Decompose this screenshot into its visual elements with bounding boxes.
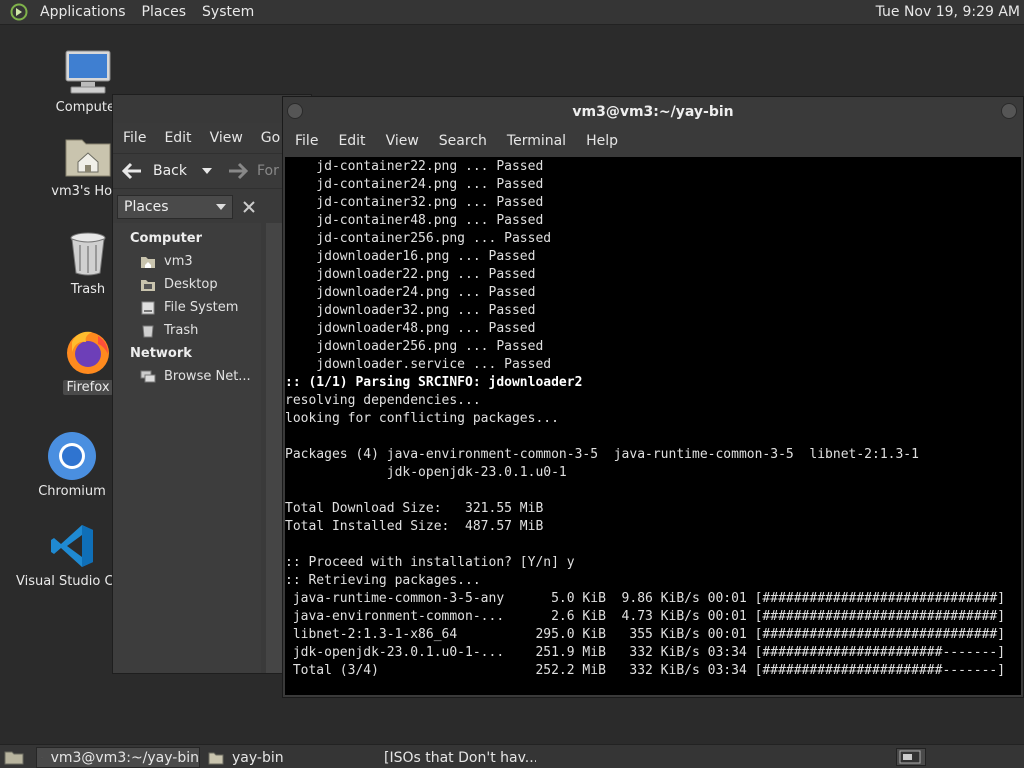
distro-logo-icon[interactable] <box>8 3 30 21</box>
taskbar-item-label: yay-bin <box>232 749 284 766</box>
sidebar-item-trash[interactable]: Trash <box>113 319 261 342</box>
terminal-line: :: Retrieving packages... <box>285 573 481 588</box>
sidebar-item-file-system[interactable]: File System <box>113 296 261 319</box>
trash-icon <box>60 228 116 280</box>
drive-icon <box>141 301 155 314</box>
terminal-line: jdownloader48.png ... Passed <box>285 321 536 336</box>
terminal-title: vm3@vm3:~/yay-bin <box>572 104 734 120</box>
terminal-line: jd-container22.png ... Passed <box>285 159 544 174</box>
vscode-icon <box>44 520 100 572</box>
places-dropdown-label: Places <box>124 199 169 215</box>
terminal-line: Packages (4) java-environment-common-3-5… <box>285 447 919 462</box>
desktop-icon-label: Firefox <box>63 380 113 395</box>
taskbar-item-label: [ISOs that Don't hav... <box>384 749 536 766</box>
computer-icon <box>60 46 116 98</box>
taskbar-item-firefox[interactable]: [ISOs that Don't hav... <box>372 747 536 768</box>
terminal-line: :: Proceed with installation? [Y/n] y <box>285 555 575 570</box>
term-menu-view[interactable]: View <box>378 133 427 149</box>
terminal-icon <box>41 756 43 759</box>
terminal-line: jdownloader256.png ... Passed <box>285 339 544 354</box>
sidebar-section-network: Network <box>130 346 192 361</box>
trash-icon <box>142 325 154 337</box>
terminal-line: jdownloader.service ... Passed <box>285 357 552 372</box>
term-menu-help[interactable]: Help <box>578 133 626 149</box>
chromium-icon <box>44 430 100 482</box>
terminal-line: jdk-openjdk-23.0.1.u0-1-... 251.9 MiB 33… <box>285 645 1006 660</box>
sidebar-item-browse-network[interactable]: Browse Net... <box>113 365 261 388</box>
applications-menu[interactable]: Applications <box>32 0 134 25</box>
terminal-line: libnet-2:1.3-1-x86_64 295.0 KiB 355 KiB/… <box>285 627 1006 642</box>
terminal-line: jdownloader22.png ... Passed <box>285 267 536 282</box>
taskbar-item-terminal[interactable]: vm3@vm3:~/yay-bin <box>36 747 200 768</box>
terminal-line: jdk-openjdk-23.0.1.u0-1 <box>285 465 567 480</box>
home-icon <box>141 256 155 268</box>
fm-menu-edit[interactable]: Edit <box>158 130 197 146</box>
term-menu-terminal[interactable]: Terminal <box>499 133 574 149</box>
terminal-line: Total Download Size: 321.55 MiB <box>285 501 544 516</box>
terminal-line: jdownloader16.png ... Passed <box>285 249 536 264</box>
terminal-line: jdownloader24.png ... Passed <box>285 285 536 300</box>
terminal-line: jd-container32.png ... Passed <box>285 195 544 210</box>
taskbar-item-file-manager[interactable]: yay-bin <box>204 747 368 768</box>
terminal-window: vm3@vm3:~/yay-bin File Edit View Search … <box>282 96 1024 698</box>
places-dropdown[interactable]: Places <box>117 195 233 219</box>
terminal-output: jd-container22.png ... Passed jd-contain… <box>285 158 1021 680</box>
term-menu-file[interactable]: File <box>287 133 326 149</box>
desktop-folder-icon <box>141 279 155 291</box>
forward-button[interactable]: For <box>257 163 279 179</box>
sidebar-item-label: File System <box>164 300 239 315</box>
terminal-line: jdownloader32.png ... Passed <box>285 303 536 318</box>
system-menu[interactable]: System <box>194 0 262 25</box>
terminal-line: looking for conflicting packages... <box>285 411 559 426</box>
places-menu[interactable]: Places <box>134 0 195 25</box>
sidebar-item-label: vm3 <box>164 254 193 269</box>
terminal-screen[interactable]: jd-container22.png ... Passed jd-contain… <box>285 157 1021 695</box>
home-folder-icon <box>60 130 116 182</box>
terminal-titlebar[interactable]: vm3@vm3:~/yay-bin <box>283 97 1023 127</box>
back-button[interactable]: Back <box>153 163 187 179</box>
sidebar-item-label: Browse Net... <box>164 369 251 384</box>
terminal-line: java-environment-common-... 2.6 KiB 4.73… <box>285 609 1006 624</box>
sidebar-item-label: Desktop <box>164 277 218 292</box>
terminal-line: Total (3/4) 252.2 MiB 332 KiB/s 03:34 [#… <box>285 663 1006 678</box>
sidebar-item-vm3[interactable]: vm3 <box>113 250 261 273</box>
desktop-icon-label: Visual Studio Co <box>16 574 112 589</box>
sidebar-item-label: Trash <box>164 323 199 338</box>
show-desktop-icon[interactable] <box>4 749 24 765</box>
chevron-down-icon <box>216 203 226 210</box>
terminal-line: jd-container256.png ... Passed <box>285 231 552 246</box>
workspace-switcher-icon[interactable] <box>896 748 926 766</box>
back-arrow-icon[interactable] <box>121 162 143 180</box>
places-sidebar: Computer vm3 Desktop File System Trash N… <box>113 223 261 673</box>
fm-menu-file[interactable]: File <box>117 130 152 146</box>
window-close-button[interactable] <box>1001 103 1017 119</box>
terminal-menubar: File Edit View Search Terminal Help <box>283 127 1023 155</box>
terminal-line: jd-container48.png ... Passed <box>285 213 544 228</box>
folder-icon <box>208 752 224 764</box>
term-menu-edit[interactable]: Edit <box>330 133 373 149</box>
clock[interactable]: Tue Nov 19, 9:29 AM <box>876 0 1020 25</box>
network-icon <box>140 370 156 382</box>
sidebar-item-desktop[interactable]: Desktop <box>113 273 261 296</box>
terminal-line: resolving dependencies... <box>285 393 481 408</box>
terminal-line: java-runtime-common-3-5-any 5.0 KiB 9.86… <box>285 591 1006 606</box>
dropdown-arrow-icon[interactable] <box>201 167 213 175</box>
fm-menu-view[interactable]: View <box>204 130 249 146</box>
terminal-line: :: (1/1) Parsing SRCINFO: jdownloader2 <box>285 375 583 390</box>
bottom-panel: vm3@vm3:~/yay-bin yay-bin [ISOs that Don… <box>0 744 1024 768</box>
top-panel: Applications Places System Tue Nov 19, 9… <box>0 0 1024 25</box>
terminal-line: jd-container24.png ... Passed <box>285 177 544 192</box>
forward-arrow-icon[interactable] <box>227 162 249 180</box>
terminal-line: Total Installed Size: 487.57 MiB <box>285 519 544 534</box>
firefox-icon <box>60 326 116 378</box>
term-menu-search[interactable]: Search <box>431 133 495 149</box>
taskbar-item-label: vm3@vm3:~/yay-bin <box>50 749 199 766</box>
close-sidebar-icon[interactable] <box>243 201 255 213</box>
sidebar-section-computer: Computer <box>130 231 203 246</box>
